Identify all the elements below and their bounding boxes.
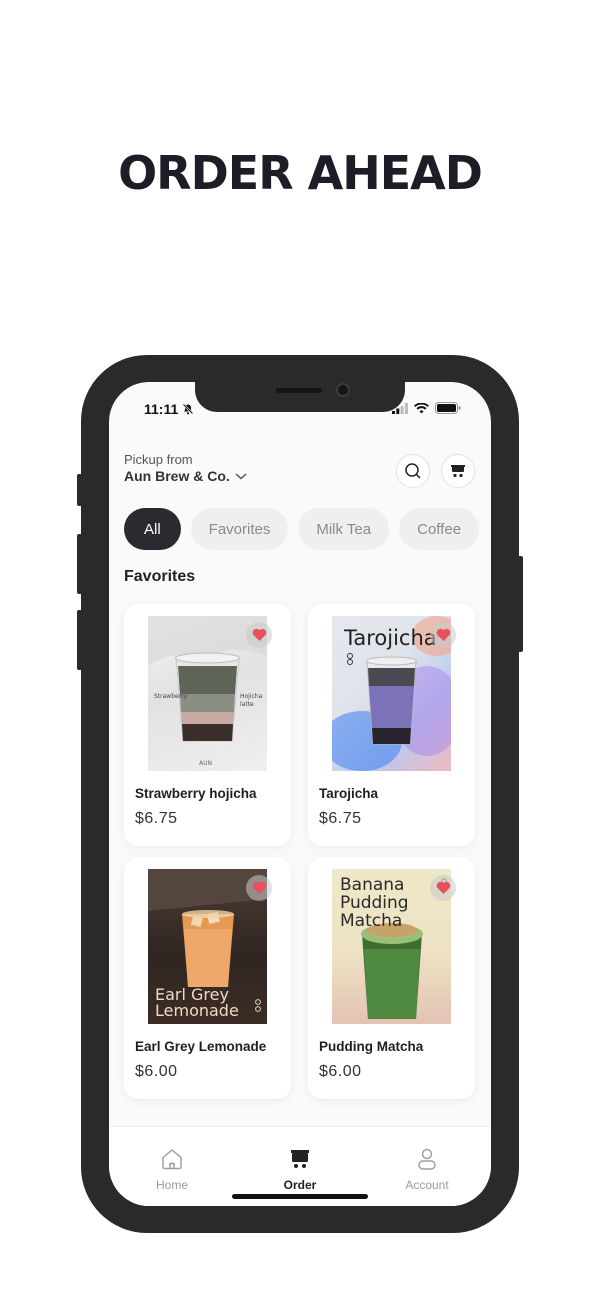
- product-name: Earl Grey Lemonade: [135, 1039, 267, 1054]
- app-screen: 11:11 Pickup from Aun Brew & Co. All Fav…: [109, 382, 491, 1206]
- product-card[interactable]: Earl Grey Lemonade Earl Grey Lemonade $6…: [124, 857, 291, 1099]
- account-icon: [418, 1148, 436, 1170]
- product-price: $6.75: [135, 810, 178, 827]
- tab-order-label: Order: [283, 1178, 317, 1192]
- image-label-right-1: Hojicha: [240, 693, 263, 700]
- home-indicator[interactable]: [232, 1194, 368, 1199]
- image-title-line-3: Matcha: [340, 911, 403, 931]
- image-brand: AUN: [199, 760, 212, 767]
- status-time: 11:11: [144, 401, 194, 417]
- signal-icon: [392, 402, 408, 414]
- heart-icon: [436, 881, 450, 894]
- image-title-line-2: Pudding: [340, 893, 409, 913]
- notch: [195, 382, 405, 412]
- tab-home[interactable]: Home: [127, 1147, 217, 1192]
- category-chips: All Favorites Milk Tea Coffee: [124, 508, 491, 550]
- product-price: $6.75: [319, 810, 362, 827]
- chip-milk-tea[interactable]: Milk Tea: [298, 508, 390, 550]
- product-card[interactable]: Banana Pudding Matcha Pudding Matcha $6.…: [308, 857, 475, 1099]
- tab-home-label: Home: [155, 1178, 188, 1192]
- chip-favorites[interactable]: Favorites: [190, 508, 289, 550]
- product-price: $6.00: [319, 1063, 362, 1080]
- product-card[interactable]: Tarojicha Tarojicha $6.75: [308, 604, 475, 846]
- product-name: Strawberry hojicha: [135, 786, 257, 801]
- heart-icon: [252, 881, 266, 894]
- image-title-line-1: Banana: [340, 875, 405, 895]
- battery-icon: [435, 402, 461, 414]
- silent-switch: [77, 474, 82, 506]
- speaker: [276, 388, 322, 393]
- product-card[interactable]: Strawberry Hojicha latte AUN Strawberry …: [124, 604, 291, 846]
- product-name: Pudding Matcha: [319, 1039, 424, 1054]
- status-icons: [392, 402, 461, 414]
- favorite-button[interactable]: [246, 875, 272, 901]
- product-price: $6.00: [135, 1063, 178, 1080]
- chip-coffee[interactable]: Coffee: [399, 508, 480, 550]
- power-button: [518, 556, 523, 652]
- volume-up-button: [77, 534, 82, 594]
- cart-icon: [451, 465, 465, 478]
- image-title-line-2: Lemonade: [155, 1001, 239, 1020]
- chip-all[interactable]: All: [124, 508, 181, 550]
- image-label-left: Strawberry: [154, 693, 188, 700]
- volume-down-button: [77, 610, 82, 670]
- cart-button[interactable]: [441, 454, 475, 488]
- favorite-button[interactable]: [430, 622, 456, 648]
- store-name: Aun Brew & Co.: [124, 468, 230, 484]
- image-title: Tarojicha: [344, 626, 437, 650]
- heart-icon: [252, 628, 266, 641]
- tab-account-label: Account: [405, 1178, 449, 1192]
- pickup-label: Pickup from: [124, 452, 193, 467]
- tab-order[interactable]: Order: [255, 1147, 345, 1192]
- home-icon: [162, 1149, 182, 1170]
- favorite-button[interactable]: [246, 622, 272, 648]
- favorite-button[interactable]: [430, 875, 456, 901]
- wifi-icon: [414, 402, 429, 413]
- camera: [336, 383, 350, 397]
- product-name: Tarojicha: [319, 786, 379, 801]
- search-button[interactable]: [396, 454, 430, 488]
- image-label-right-2: latte: [240, 701, 254, 708]
- bell-muted-icon: [182, 403, 194, 415]
- cart-icon: [291, 1150, 309, 1168]
- headline: ORDER AHEAD: [118, 146, 483, 200]
- tab-account[interactable]: Account: [382, 1147, 472, 1192]
- heart-icon: [436, 628, 450, 641]
- chevron-down-icon: [235, 473, 247, 480]
- section-title: Favorites: [124, 568, 196, 585]
- search-icon: [405, 463, 421, 479]
- store-selector[interactable]: Aun Brew & Co.: [124, 468, 248, 484]
